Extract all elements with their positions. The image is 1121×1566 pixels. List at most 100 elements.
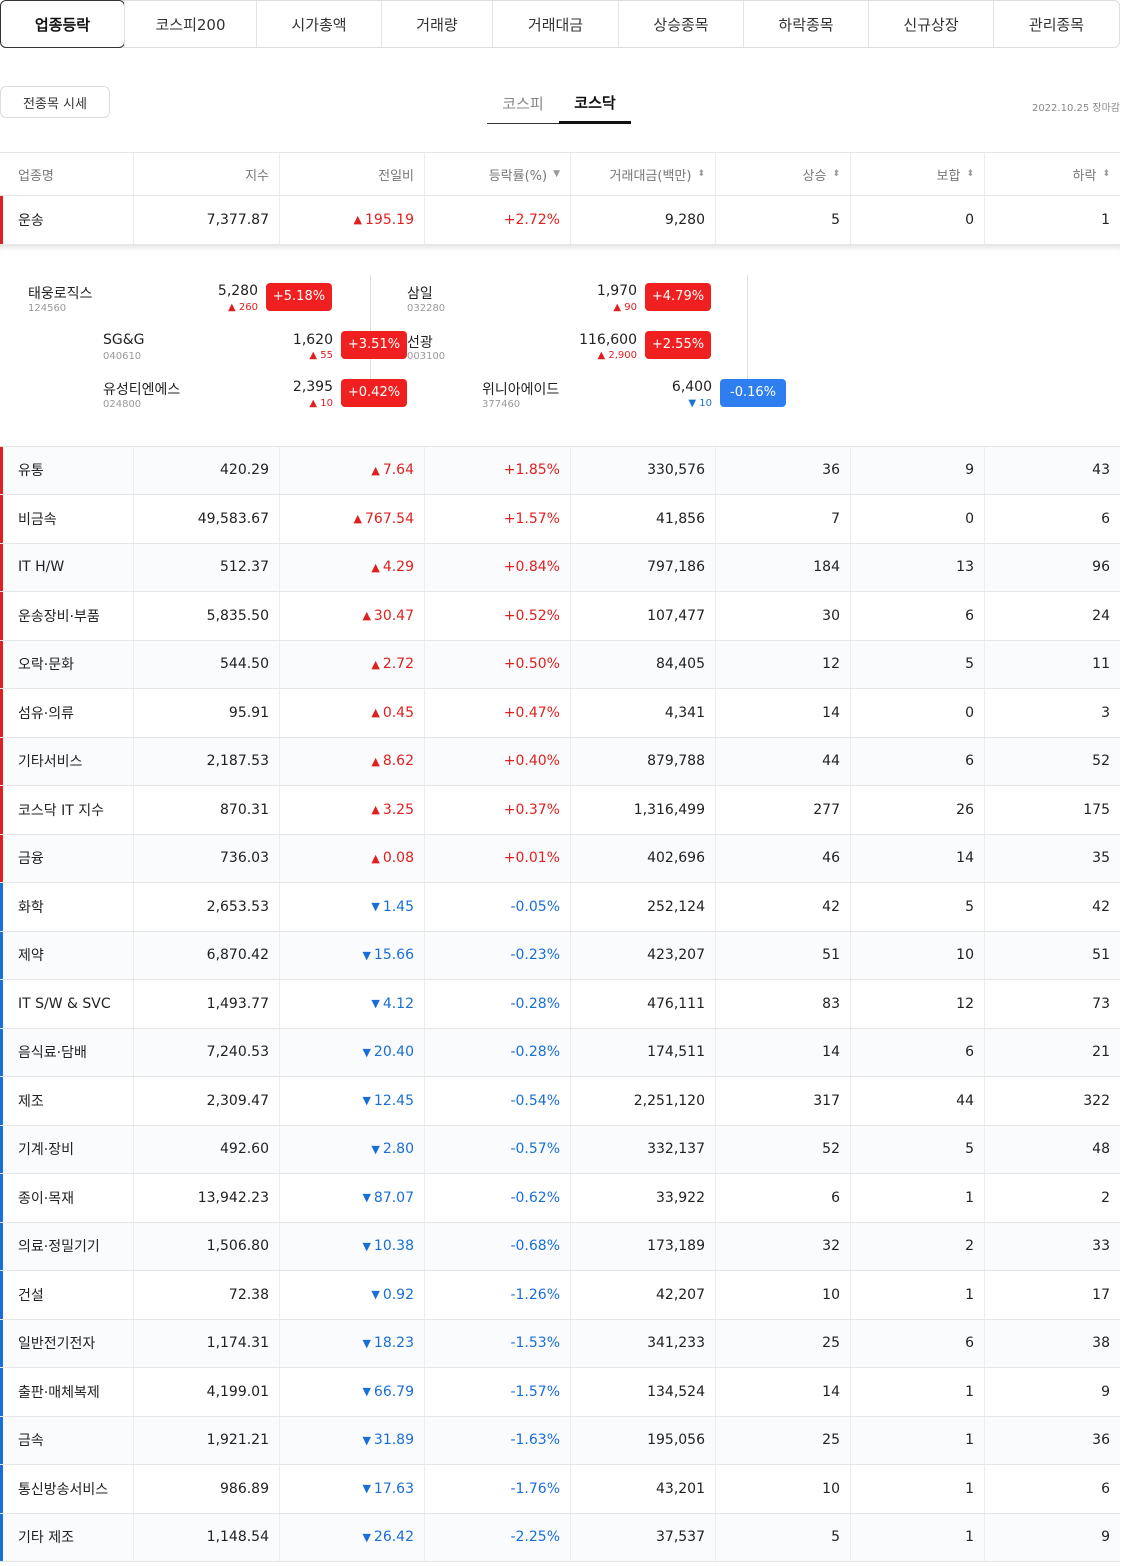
stock-name[interactable]: 위니아에이드 [482, 379, 559, 399]
flat-count: 6 [851, 1319, 985, 1367]
tab-kospi[interactable]: 코스피 [487, 84, 559, 124]
stock-rate-badge: +5.18% [266, 282, 332, 311]
sector-name[interactable]: 일반전기전자 [0, 1319, 134, 1367]
table-row[interactable]: IT S/W & SVC 1,493.77 ▼ 4.12 -0.28% 476,111 83… [0, 980, 1120, 1029]
sector-name[interactable]: 유통 [0, 446, 134, 494]
rise-count: 32 [716, 1222, 851, 1270]
table-row[interactable]: 오락·문화 544.50 ▲ 2.72 +0.50% 84,405 12 5 11 [0, 640, 1120, 689]
sector-name[interactable]: 비금속 [0, 495, 134, 543]
header-flat[interactable]: 보합 ⬍ [851, 153, 985, 195]
sector-name[interactable]: 오락·문화 [0, 640, 134, 688]
table-row[interactable]: 통신방송서비스 986.89 ▼ 17.63 -1.76% 43,201 10 1 6 [0, 1465, 1120, 1514]
stock-name[interactable]: SG&G [103, 332, 145, 348]
table-row[interactable]: 코스닥 IT 지수 870.31 ▲ 3.25 +0.37% 1,316,499 277 26… [0, 786, 1120, 835]
table-row[interactable]: 비금속 49,583.67 ▲ 767.54 +1.57% 41,856 7 0 6 [0, 495, 1120, 544]
table-row[interactable]: 의료·정밀기기 1,506.80 ▼ 10.38 -0.68% 173,189 32 2 33 [0, 1222, 1120, 1271]
sector-name[interactable]: 금속 [0, 1416, 134, 1464]
change-number: 0.92 [382, 1286, 414, 1303]
sector-name[interactable]: 기타 제조 [0, 1513, 134, 1561]
table-row[interactable]: 일반전기전자 1,174.31 ▼ 18.23 -1.53% 341,233 25 6 38 [0, 1319, 1120, 1368]
tab-market-cap[interactable]: 시가총액 [256, 1, 381, 47]
change-number: 767.54 [365, 510, 414, 527]
rate-value: -0.28% [425, 980, 571, 1028]
table-row[interactable]: 기타서비스 2,187.53 ▲ 8.62 +0.40% 879,788 44 6 52 [0, 737, 1120, 786]
header-trading-value[interactable]: 거래대금(백만) ⬍ [571, 153, 716, 195]
header-rate[interactable]: 등락률(%) ▼ [425, 153, 571, 195]
sector-name[interactable]: 건설 [0, 1271, 134, 1319]
stock-rate-badge: -0.16% [720, 378, 786, 407]
trading-value: 134,524 [571, 1368, 716, 1416]
table-row[interactable]: 종이·목재 13,942.23 ▼ 87.07 -0.62% 33,922 6 1 2 [0, 1174, 1120, 1223]
table-row[interactable]: 금융 736.03 ▲ 0.08 +0.01% 402,696 46 14 35 [0, 834, 1120, 883]
tab-trading-value[interactable]: 거래대금 [492, 1, 618, 47]
table-row[interactable]: 건설 72.38 ▼ 0.92 -1.26% 42,207 10 1 17 [0, 1271, 1120, 1320]
stock-change-number: 2,900 [608, 349, 637, 361]
tab-kosdaq[interactable]: 코스닥 [559, 84, 631, 124]
table-row[interactable]: 기계·장비 492.60 ▼ 2.80 -0.57% 332,137 52 5 48 [0, 1125, 1120, 1174]
stock-name[interactable]: 유성티엔에스 [103, 379, 180, 399]
tab-managed-stocks[interactable]: 관리종목 [993, 1, 1119, 47]
all-stocks-button[interactable]: 전종목 시세 [0, 86, 110, 118]
table-row[interactable]: 음식료·담배 7,240.53 ▼ 20.40 -0.28% 174,511 14 6 21 [0, 1028, 1120, 1077]
stock-name[interactable]: 태웅로직스 [28, 283, 92, 303]
stock-name[interactable]: 삼일 [407, 283, 433, 303]
header-rise[interactable]: 상승 ⬍ [716, 153, 851, 195]
index-value: 736.03 [134, 834, 280, 882]
table-row[interactable]: 운송 7,377.87 ▲ 195.19 +2.72% 9,280 5 0 1 [0, 196, 1120, 245]
fall-count: 3 [1101, 704, 1110, 721]
table-row[interactable]: 금속 1,921.21 ▼ 31.89 -1.63% 195,056 25 1 36 [0, 1416, 1120, 1465]
sector-name[interactable]: 운송장비·부품 [0, 592, 134, 640]
table-row[interactable]: 출판·매체복제 4,199.01 ▼ 66.79 -1.57% 134,524 14 1 9 [0, 1368, 1120, 1417]
table-row[interactable]: 기타 제조 1,148.54 ▼ 26.42 -2.25% 37,537 5 1 9 [0, 1513, 1120, 1562]
flat-count: 1 [851, 1368, 985, 1416]
sector-name[interactable]: 코스닥 IT 지수 [0, 786, 134, 834]
header-fall[interactable]: 하락 ⬍ [985, 153, 1120, 195]
sector-name[interactable]: 기타서비스 [0, 737, 134, 785]
sector-name[interactable]: 금융 [0, 834, 134, 882]
sector-name[interactable]: 섬유·의류 [0, 689, 134, 737]
sector-name[interactable]: 의료·정밀기기 [0, 1222, 134, 1270]
change-number: 20.40 [373, 1044, 414, 1061]
trading-value: 879,788 [571, 737, 716, 785]
index-value: 512.37 [134, 543, 280, 591]
change-number: 18.23 [373, 1335, 414, 1352]
tab-kospi200[interactable]: 코스피200 [124, 1, 256, 47]
table-row[interactable]: 운송장비·부품 5,835.50 ▲ 30.47 +0.52% 107,477 30 6 24 [0, 592, 1120, 641]
trading-value: 43,201 [571, 1465, 716, 1513]
fall-count: 9 [1101, 1529, 1110, 1546]
row-direction-bar [0, 592, 3, 640]
stock-name[interactable]: 선광 [407, 332, 433, 352]
sector-name[interactable]: 화학 [0, 883, 134, 931]
sector-name[interactable]: 출판·매체복제 [0, 1368, 134, 1416]
index-value: 2,187.53 [134, 737, 280, 785]
table-row[interactable]: 제약 6,870.42 ▼ 15.66 -0.23% 423,207 51 10 51 [0, 931, 1120, 980]
table-row[interactable]: 화학 2,653.53 ▼ 1.45 -0.05% 252,124 42 5 42 [0, 883, 1120, 932]
down-triangle-icon: ▼ [371, 1288, 380, 1302]
change-value: ▲ 3.25 [280, 786, 425, 834]
sector-name[interactable]: IT H/W [0, 543, 134, 591]
down-triangle-icon: ▼ [362, 1385, 371, 1399]
table-row[interactable]: IT H/W 512.37 ▲ 4.29 +0.84% 797,186 184 13 96 [0, 543, 1120, 592]
sector-name[interactable]: 운송 [0, 196, 134, 244]
table-row[interactable]: 섬유·의류 95.91 ▲ 0.45 +0.47% 4,341 14 0 3 [0, 689, 1120, 738]
table-row[interactable]: 유통 420.29 ▲ 7.64 +1.85% 330,576 36 9 43 [0, 446, 1120, 495]
table-row[interactable]: 제조 2,309.47 ▼ 12.45 -0.54% 2,251,120 317 44 322 [0, 1077, 1120, 1126]
tab-falling-stocks[interactable]: 하락종목 [743, 1, 868, 47]
down-triangle-icon: ▼ [362, 1045, 371, 1059]
tab-sector-change[interactable]: 업종등락 [0, 0, 125, 48]
tab-volume[interactable]: 거래량 [381, 1, 492, 47]
sector-name[interactable]: 통신방송서비스 [0, 1465, 134, 1513]
tab-rising-stocks[interactable]: 상승종목 [618, 1, 743, 47]
sector-name[interactable]: IT S/W & SVC [0, 980, 134, 1028]
sector-name[interactable]: 음식료·담배 [0, 1028, 134, 1076]
sector-name[interactable]: 제약 [0, 931, 134, 979]
fall-count: 38 [1092, 1335, 1110, 1352]
sector-name[interactable]: 제조 [0, 1077, 134, 1125]
tab-new-listings[interactable]: 신규상장 [868, 1, 993, 47]
row-direction-bar [0, 883, 3, 931]
fall-count: 73 [1092, 995, 1110, 1012]
sector-name[interactable]: 기계·장비 [0, 1125, 134, 1173]
rise-count: 184 [716, 543, 851, 591]
stock-code: 032280 [407, 302, 446, 314]
sector-name[interactable]: 종이·목재 [0, 1174, 134, 1222]
